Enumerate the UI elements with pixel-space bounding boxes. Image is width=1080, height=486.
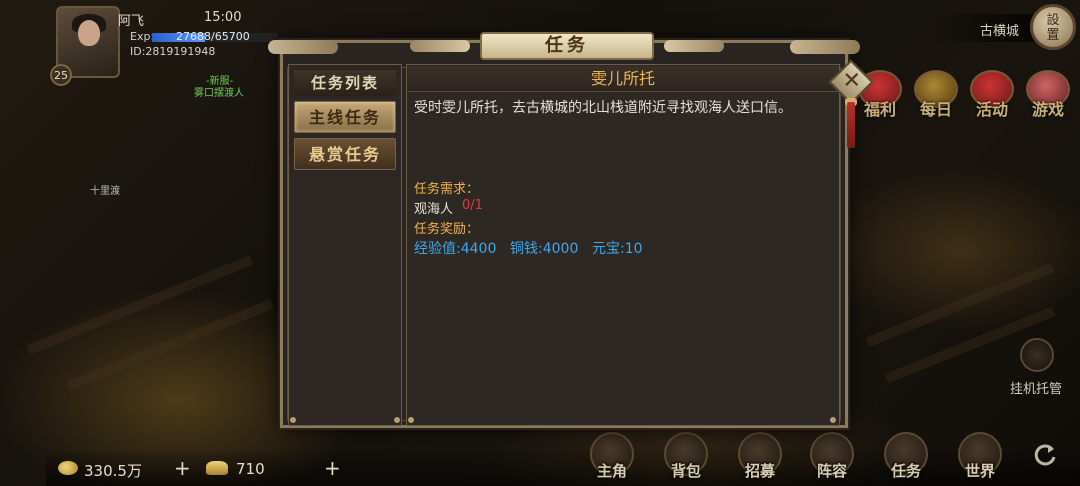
add-gold-button[interactable]: + (324, 456, 341, 480)
tab-main-quest[interactable]: 主线任务 (294, 101, 396, 133)
nav-hero-label: 主角 (596, 462, 627, 480)
panel-corner-dot (408, 417, 414, 423)
reward-label: 任务奖励： (414, 222, 480, 237)
player-level-badge: 25 (50, 64, 72, 86)
silver-coin-icon (58, 461, 78, 475)
refresh-icon[interactable] (1030, 440, 1060, 470)
nav-hero-button[interactable]: 主角 (580, 432, 644, 486)
requirement-label: 任务需求： (414, 182, 480, 197)
city-name-chip[interactable]: 古横城 (928, 14, 1034, 42)
reward-exp: 经验值:4400 (414, 241, 497, 257)
daily-icon-button[interactable]: 每日 (908, 70, 964, 126)
nav-formation-button[interactable]: 阵容 (800, 432, 864, 486)
dialog-ornament-right (790, 40, 860, 54)
npc-name[interactable]: 雾口摆渡人 (194, 84, 244, 99)
game-icon-button[interactable]: 游戏 (1020, 70, 1076, 126)
settings-label: 設 置 (1046, 13, 1060, 43)
gold-ingot-icon (206, 461, 228, 475)
nav-bag-button[interactable]: 背包 (654, 432, 718, 486)
location-label: 十里渡 (90, 186, 120, 197)
panel-corner-dot (394, 417, 400, 423)
panel-corner-dot (830, 417, 836, 423)
requirement-progress: 0/1 (462, 198, 483, 213)
nav-bag-label: 背包 (670, 462, 701, 480)
nav-world-button[interactable]: 世界 (948, 432, 1012, 486)
avatar-face (78, 20, 100, 46)
quest-list-header: 任务列表 (294, 70, 396, 96)
nav-world-label: 世界 (964, 462, 995, 480)
auto-battle-label: 挂机托管 (1009, 382, 1062, 397)
event-label: 活动 (975, 100, 1008, 119)
player-id: ID:2819191948 (130, 45, 216, 58)
panel-corner-dot (290, 417, 296, 423)
dialog-title-banner: 任务 (410, 32, 724, 62)
exp-value: 27688/65700 (176, 30, 250, 43)
dialog-ornament-left (268, 40, 338, 54)
settings-button[interactable]: 設 置 (1030, 4, 1076, 50)
exp-label: Exp: (130, 30, 155, 43)
reward-copper: 铜钱:4000 (510, 241, 579, 257)
nav-recruit-label: 招募 (744, 462, 775, 480)
red-tassel-decoration (847, 102, 855, 148)
banner-wing-right (664, 40, 724, 52)
auto-battle-icon (1020, 338, 1054, 372)
player-hud[interactable]: 25 阿飞 15:00 Exp: 27688/65700 ID:28191919… (48, 4, 290, 86)
nav-quest-label: 任务 (890, 462, 921, 480)
nav-formation-label: 阵容 (816, 462, 847, 480)
daily-label: 每日 (919, 100, 952, 119)
auto-battle-button[interactable]: 挂机托管 (996, 338, 1076, 398)
add-silver-button[interactable]: + (174, 456, 191, 480)
dialog-title: 任务 (480, 32, 654, 60)
clock-time: 15:00 (204, 10, 242, 25)
welfare-label: 福利 (863, 100, 896, 119)
requirement-target: 观海人 (414, 202, 454, 217)
nav-recruit-button[interactable]: 招募 (728, 432, 792, 486)
silver-amount: 330.5万 (84, 462, 142, 480)
reward-ingot: 元宝:10 (592, 241, 643, 257)
event-icon-button[interactable]: 活动 (964, 70, 1020, 126)
gold-amount: 710 (236, 460, 265, 478)
player-name: 阿飞 (118, 14, 145, 29)
game-label: 游戏 (1031, 100, 1064, 119)
quest-description: 受时雯儿所托，去古横城的北山栈道附近寻找观海人送口信。 (414, 100, 792, 116)
close-icon: ✕ (842, 68, 861, 94)
exp-row: Exp: 27688/65700 (130, 30, 290, 44)
nav-quest-button[interactable]: 任务 (874, 432, 938, 486)
banner-wing-left (410, 40, 470, 52)
tab-bounty-quest[interactable]: 悬赏任务 (294, 138, 396, 170)
quest-name: 雯儿所托 (408, 66, 838, 92)
